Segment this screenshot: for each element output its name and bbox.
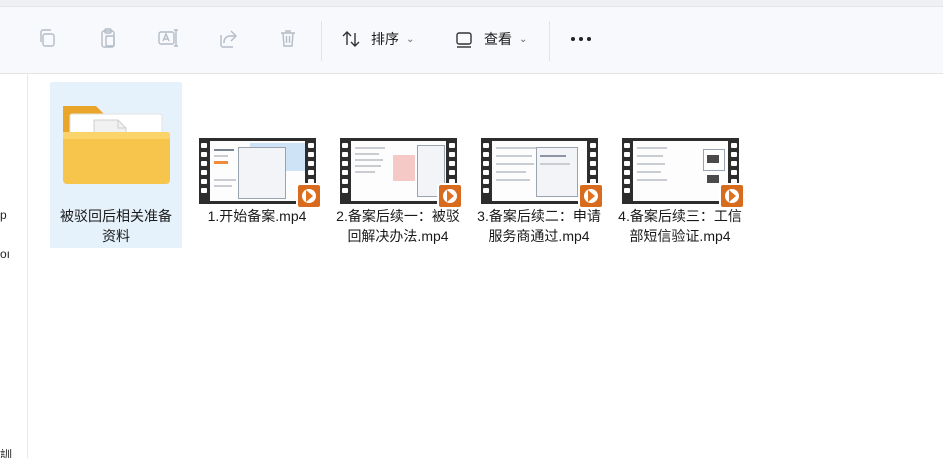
toolbar-separator — [321, 21, 322, 61]
more-icon[interactable] — [566, 27, 596, 51]
folder-icon — [63, 106, 170, 184]
video-preview — [492, 141, 587, 201]
rename-icon[interactable] — [155, 25, 181, 51]
nav-item-fragment[interactable]: oı — [0, 247, 10, 261]
video-file-item[interactable]: 4.备案后续三：工信部短信验证.mp4 — [614, 82, 746, 248]
nav-item-fragment[interactable]: p — [0, 208, 7, 222]
film-strip-holes — [481, 140, 491, 202]
video-preview — [351, 141, 446, 201]
video-thumbnail — [199, 138, 322, 209]
film-strip-holes — [199, 140, 209, 202]
copy-icon[interactable] — [34, 25, 60, 51]
video-thumbnail — [481, 138, 604, 209]
sort-label: 排序 — [371, 31, 399, 47]
view-label: 查看 — [484, 31, 512, 47]
file-name: 4.备案后续三：工信部短信验证.mp4 — [618, 208, 742, 244]
window-top-edge — [0, 0, 943, 7]
video-file-item[interactable]: 2.备案后续一：被驳回解决办法.mp4 — [332, 82, 464, 248]
file-name: 被驳回后相关准备资料 — [60, 208, 172, 244]
folder-item[interactable]: 被驳回后相关准备资料 — [50, 82, 182, 248]
share-icon[interactable] — [215, 25, 241, 51]
video-file-item[interactable]: 3.备案后续二：申请服务商通过.mp4 — [473, 82, 605, 248]
video-thumbnail — [622, 138, 745, 209]
film-strip-holes — [340, 140, 350, 202]
file-list: 被驳回后相关准备资料 1.开始备案.mp4 2.备案后续一：被驳回解决办法.mp… — [28, 74, 943, 458]
navigation-pane[interactable]: p oı 訓 — [0, 74, 28, 458]
paste-icon[interactable] — [95, 25, 121, 51]
delete-icon[interactable] — [275, 25, 301, 51]
command-bar: 排序 ⌄ 查看 ⌄ — [0, 7, 943, 74]
toolbar-separator — [549, 21, 550, 61]
chevron-down-icon: ⌄ — [519, 33, 528, 45]
sort-icon — [342, 31, 360, 47]
sort-button[interactable]: 排序 ⌄ — [340, 25, 414, 53]
video-thumbnail — [340, 138, 463, 209]
video-file-item[interactable]: 1.开始备案.mp4 — [191, 82, 323, 248]
video-preview — [210, 141, 305, 201]
file-name: 2.备案后续一：被驳回解决办法.mp4 — [336, 208, 460, 244]
file-name: 1.开始备案.mp4 — [207, 208, 307, 224]
view-button[interactable]: 查看 ⌄ — [453, 25, 527, 53]
view-icon — [456, 32, 472, 48]
nav-item-fragment[interactable]: 訓 — [0, 446, 12, 458]
chevron-down-icon: ⌄ — [406, 33, 415, 45]
file-name: 3.备案后续二：申请服务商通过.mp4 — [477, 208, 601, 244]
video-preview — [633, 141, 728, 201]
film-strip-holes — [622, 140, 632, 202]
